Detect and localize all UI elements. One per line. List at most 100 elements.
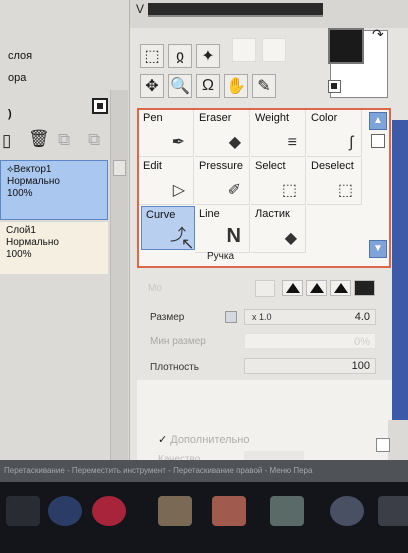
brush-edit[interactable]: Edit ▷ <box>139 158 194 205</box>
layer-panel-label: слоя <box>8 50 33 62</box>
layer-index: ) <box>8 108 12 120</box>
weight-icon: ≡ <box>287 134 297 151</box>
brush-label: Select <box>255 160 286 172</box>
navigator-bar[interactable] <box>148 3 323 17</box>
magic-wand-icon[interactable]: ✦ <box>196 44 220 68</box>
layer-copy-icon[interactable]: ⧉ <box>88 130 100 150</box>
hand-icon[interactable]: ✋ <box>224 74 248 98</box>
brush-line[interactable]: Line N <box>195 206 250 253</box>
shape-preset-2[interactable] <box>306 280 327 296</box>
reset-colors-icon[interactable] <box>328 80 341 93</box>
select-icon: ⬚ <box>281 182 297 199</box>
color-icon: ʃ <box>349 134 353 151</box>
brush-label: Line <box>199 208 220 220</box>
empty-tool-slot[interactable] <box>232 38 256 62</box>
vector-layer-icon: ⟡ <box>7 164 14 175</box>
edit-icon: ▷ <box>172 182 185 199</box>
size-multiplier[interactable]: x 1.0 <box>252 312 272 322</box>
shape-preset-4[interactable] <box>354 280 375 296</box>
brush-pen[interactable]: Pen ✒ <box>139 110 194 157</box>
brush-label: Color <box>311 112 338 124</box>
deselect-icon: ⬚ <box>337 182 353 199</box>
layer-mode: Нормально <box>7 176 60 187</box>
canvas-corner <box>388 420 408 460</box>
brush-deselect[interactable]: Deselect ⬚ <box>307 158 362 205</box>
mouse-cursor-icon: ↖ <box>181 236 195 253</box>
line-icon: N <box>226 225 241 247</box>
brush-panel-scrollbar[interactable]: ▲ ▼ <box>368 108 390 266</box>
trash-icon[interactable]: 🗑 <box>28 129 50 149</box>
brush-pressure[interactable]: Pressure ✐ <box>195 158 250 205</box>
tray-icon[interactable] <box>378 496 408 526</box>
eraser-icon: ◆ <box>228 134 241 151</box>
layers-scrollbar[interactable] <box>110 90 128 460</box>
panel-toggle-button[interactable] <box>376 438 390 452</box>
size-label: Размер <box>150 312 185 323</box>
move-icon[interactable]: ✥ <box>140 74 164 98</box>
rotate-icon[interactable]: Ω <box>196 74 220 98</box>
screen: слоя opa ) ▯ 🗑 ⧉ ⧉ ⟡Вектор1 Нормально 10… <box>0 0 408 553</box>
brush-color[interactable]: Color ʃ <box>307 110 362 157</box>
cursor-tooltip: Ручка <box>207 251 235 262</box>
status-bar: Перетаскивание - Переместить инструмент … <box>0 460 408 482</box>
density-label: Плотность <box>150 362 199 373</box>
mode-option[interactable] <box>255 280 275 297</box>
paint-tool-icon[interactable] <box>270 496 304 526</box>
scroll-up-icon[interactable]: ▲ <box>369 112 387 130</box>
scroll-down-icon[interactable]: ▼ <box>369 240 387 258</box>
marquee-icon[interactable]: ⬚ <box>140 44 164 68</box>
brush-select[interactable]: Select ⬚ <box>251 158 306 205</box>
skype-icon[interactable] <box>330 496 364 526</box>
brush-lastik[interactable]: Ластик ◆ <box>251 206 306 253</box>
lasso-icon[interactable]: ჲ <box>168 44 192 68</box>
layer-item-vector[interactable]: ⟡Вектор1 Нормально 100% <box>0 160 108 220</box>
top-marker: V <box>136 2 145 16</box>
mode-label: Mo <box>148 283 162 294</box>
brush-label: Curve <box>146 209 176 221</box>
brush-label: Weight <box>255 112 290 124</box>
brush-weight[interactable]: Weight ≡ <box>251 110 306 157</box>
layer-item-normal[interactable]: Слой1 Нормально 100% <box>0 222 108 274</box>
brush-label: Deselect <box>311 160 354 172</box>
layer-new-icon[interactable]: ▯ <box>2 131 11 151</box>
top-strip: V <box>130 0 408 28</box>
brush-label: Eraser <box>199 112 232 124</box>
browser-ie-icon[interactable] <box>48 496 82 526</box>
layer-opacity: 100% <box>6 249 32 260</box>
layer-name: Вектор1 <box>13 164 52 175</box>
min-size-label: Мин размер <box>150 336 206 347</box>
layer-name: Слой1 <box>6 225 36 236</box>
advanced-section <box>137 380 392 460</box>
shape-preset-3[interactable] <box>330 280 351 296</box>
layer-merge-icon[interactable]: ⧉ <box>58 130 70 150</box>
layer-mask-button[interactable] <box>92 98 108 114</box>
brush-label: Pen <box>143 112 163 124</box>
advanced-label: Дополнительно <box>170 434 250 446</box>
brush-label: Pressure <box>199 160 244 172</box>
pen-icon: ✒ <box>171 134 185 151</box>
brush-tool-panel: Pen ✒ Eraser ◆ Weight ≡ Color ʃ Edit ▷ P… <box>137 108 391 268</box>
foreground-color-swatch[interactable] <box>328 28 364 64</box>
empty-tool-slot[interactable] <box>262 38 286 62</box>
size-pressure-checkbox[interactable] <box>225 311 237 323</box>
taskbar <box>0 482 408 553</box>
eraser-icon: ◆ <box>284 230 297 247</box>
browser-opera-icon[interactable] <box>92 496 126 526</box>
brush-shape-presets <box>282 280 378 298</box>
brush-eraser[interactable]: Eraser ◆ <box>195 110 250 157</box>
pressure-icon: ✐ <box>227 182 241 199</box>
frame-panel-label: opa <box>8 72 27 84</box>
layers-panel: слоя opa ) ▯ 🗑 ⧉ ⧉ ⟡Вектор1 Нормально 10… <box>0 0 130 470</box>
layers-scroll-thumb[interactable] <box>113 160 126 176</box>
min-size-value: 0% <box>354 336 370 348</box>
swap-colors-icon[interactable]: ↷ <box>372 26 384 43</box>
advanced-checkbox[interactable]: ✓ Дополнительно <box>158 433 249 446</box>
scroll-thumb[interactable] <box>371 134 385 148</box>
app-icon[interactable] <box>212 496 246 526</box>
shape-preset-1[interactable] <box>282 280 303 296</box>
canvas-view[interactable] <box>392 120 408 420</box>
eyedropper-icon[interactable]: ✎ <box>252 74 276 98</box>
start-icon[interactable] <box>6 496 40 526</box>
folder-icon[interactable] <box>158 496 192 526</box>
zoom-icon[interactable]: 🔍 <box>168 74 192 98</box>
